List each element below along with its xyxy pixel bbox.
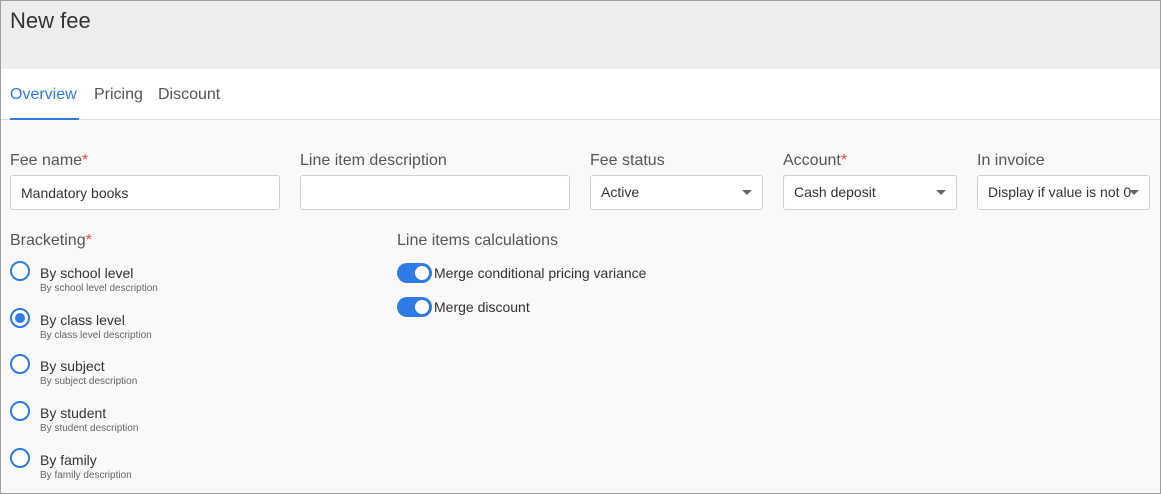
in-invoice-label: In invoice [977,152,1045,169]
line-items-calculations-label: Line items calculations [397,232,558,249]
radio-button[interactable] [10,354,30,374]
radio-description: By subject description [40,376,138,387]
radio-option-class-level[interactable]: By class level By class level descriptio… [10,308,310,348]
radio-option-subject[interactable]: By subject By subject description [10,354,310,394]
radio-label: By class level [40,312,125,328]
fee-status-select[interactable]: Active [590,175,763,210]
caret-down-icon [936,190,946,195]
required-marker: * [82,152,89,169]
toggle-knob [415,266,429,280]
toggle-knob [415,300,429,314]
radio-description: By school level description [40,283,158,294]
tab-bar: Overview Pricing Discount [1,69,1160,120]
fee-name-input[interactable] [10,175,280,210]
radio-button[interactable] [10,401,30,421]
fee-name-label: Fee name* [10,152,88,170]
page-header: New fee [1,1,1160,69]
fee-status-value: Active [601,184,640,200]
toggle-label: Merge conditional pricing variance [434,265,647,281]
radio-description: By class level description [40,330,152,341]
caret-down-icon [742,190,752,195]
page-title: New fee [10,8,91,33]
line-item-description-input[interactable] [300,175,570,210]
radio-button[interactable] [10,261,30,281]
merge-conditional-pricing-row: Merge conditional pricing variance [397,263,697,285]
radio-option-student[interactable]: By student By student description [10,401,310,441]
radio-button-selected[interactable] [10,308,30,328]
radio-description: By family description [40,470,132,481]
tab-discount[interactable]: Discount [158,69,220,120]
toggle-label: Merge discount [434,299,530,315]
merge-discount-toggle[interactable] [397,297,432,317]
tab-pricing[interactable]: Pricing [94,69,143,120]
radio-label: By subject [40,358,105,374]
in-invoice-value: Display if value is not 0 [988,184,1132,200]
account-label: Account* [783,152,847,170]
radio-button[interactable] [10,448,30,468]
radio-description: By student description [40,423,139,434]
bracketing-label-text: Bracketing [10,232,86,249]
account-label-text: Account [783,152,841,169]
in-invoice-select[interactable]: Display if value is not 0 [977,175,1150,210]
radio-option-family[interactable]: By family By family description [10,448,310,488]
radio-label: By family [40,452,97,468]
radio-label: By school level [40,265,134,281]
bracketing-label: Bracketing* [10,232,92,250]
radio-label: By student [40,405,107,421]
new-fee-window: New fee Overview Pricing Discount Fee na… [0,0,1161,494]
required-marker: * [840,152,848,169]
tab-overview[interactable]: Overview [10,69,79,120]
radio-option-school-level[interactable]: By school level By school level descript… [10,261,310,301]
fee-name-label-text: Fee name [10,152,83,169]
merge-conditional-pricing-toggle[interactable] [397,263,432,283]
line-item-description-label: Line item description [300,152,447,169]
required-marker: * [85,232,92,249]
account-value: Cash deposit [794,184,876,200]
account-select[interactable]: Cash deposit [783,175,957,210]
caret-down-icon [1129,190,1139,195]
fee-status-label: Fee status [590,152,665,169]
merge-discount-row: Merge discount [397,297,697,319]
